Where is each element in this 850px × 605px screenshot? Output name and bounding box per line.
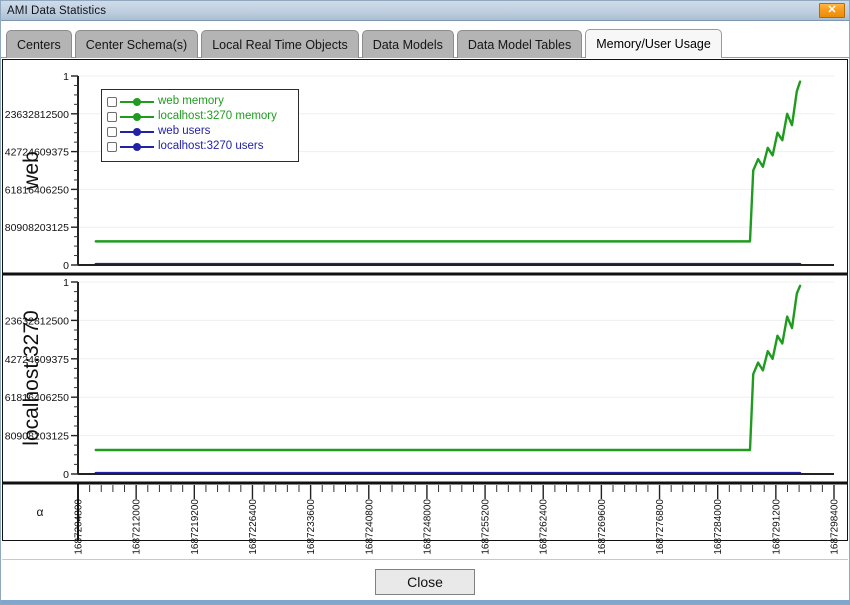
legend-item-label: web memory [158, 95, 224, 107]
x-axis-title: α [37, 505, 44, 519]
tab-memory-user-usage[interactable]: Memory/User Usage [585, 29, 722, 58]
window-close-icon[interactable]: ✕ [819, 3, 845, 18]
x-axis-tick-label: 1687204800 [74, 499, 85, 555]
x-axis-tick-label: 1687219200 [190, 499, 201, 555]
tab-data-models[interactable]: Data Models [361, 30, 454, 58]
x-axis-tick-label: 1687291200 [771, 499, 782, 555]
tab-data-model-tables[interactable]: Data Model Tables [456, 30, 583, 58]
legend-item[interactable]: localhost:3270 users [107, 139, 293, 154]
ami-data-statistics-window: AMI Data Statistics ✕ Centers Center Sche… [0, 0, 850, 605]
x-axis-tick-label: 1687212000 [132, 499, 143, 555]
tab-centers[interactable]: Centers [6, 30, 72, 58]
x-axis-tick-label: 1687262400 [539, 499, 550, 555]
y-axis-title: localhost:3270 [20, 310, 43, 445]
x-axis-tick-label: 1687240800 [364, 499, 375, 555]
legend-checkbox-icon[interactable] [107, 111, 117, 122]
window-bottom-accent [1, 600, 850, 604]
tab-center-schema-s[interactable]: Center Schema(s) [74, 30, 199, 58]
y-axis-tick-label: 23632812500 [5, 109, 69, 121]
dialog-footer: Close [2, 559, 848, 604]
legend-checkbox-icon[interactable] [107, 96, 117, 107]
legend-series-marker-icon [120, 141, 154, 152]
chart-legend: web memory localhost:3270 memory web users… [101, 89, 299, 162]
y-axis-tick-label: 0 [63, 260, 69, 272]
legend-item[interactable]: localhost:3270 memory [107, 109, 293, 124]
x-axis-tick-label: 1687298400 [830, 499, 841, 555]
legend-item[interactable]: web users [107, 124, 293, 139]
legend-item-label: localhost:3270 users [158, 140, 264, 152]
close-button[interactable]: Close [375, 569, 475, 595]
window-titlebar: AMI Data Statistics ✕ [1, 1, 849, 21]
y-axis-tick-label: 0 [63, 469, 69, 481]
legend-series-marker-icon [120, 96, 154, 107]
y-axis-tick-label: 1 [63, 277, 69, 289]
legend-item-label: web users [158, 125, 211, 137]
window-title: AMI Data Statistics [7, 4, 107, 17]
legend-series-marker-icon [120, 111, 154, 122]
x-axis-tick-label: 1687233600 [306, 499, 317, 555]
x-axis-tick-label: 1687226400 [248, 499, 259, 555]
legend-series-marker-icon [120, 126, 154, 137]
legend-item-label: localhost:3270 memory [158, 110, 277, 122]
legend-checkbox-icon[interactable] [107, 126, 117, 137]
tab-local-real-time-objects[interactable]: Local Real Time Objects [201, 30, 359, 58]
tab-bar: Centers Center Schema(s) Local Real Time O… [1, 22, 849, 58]
x-axis-tick-label: 1687248000 [422, 499, 433, 555]
y-axis-tick-label: 1 [63, 71, 69, 83]
x-axis-tick-label: 1687269600 [597, 499, 608, 555]
legend-checkbox-icon[interactable] [107, 141, 117, 152]
y-axis-tick-label: 80908203125 [5, 222, 69, 234]
y-axis-title: web [20, 151, 43, 191]
x-axis-tick-label: 1687284000 [713, 499, 724, 555]
x-axis-tick-label: 1687255200 [481, 499, 492, 555]
x-axis-tick-label: 1687276800 [655, 499, 666, 555]
legend-item[interactable]: web memory [107, 94, 293, 109]
